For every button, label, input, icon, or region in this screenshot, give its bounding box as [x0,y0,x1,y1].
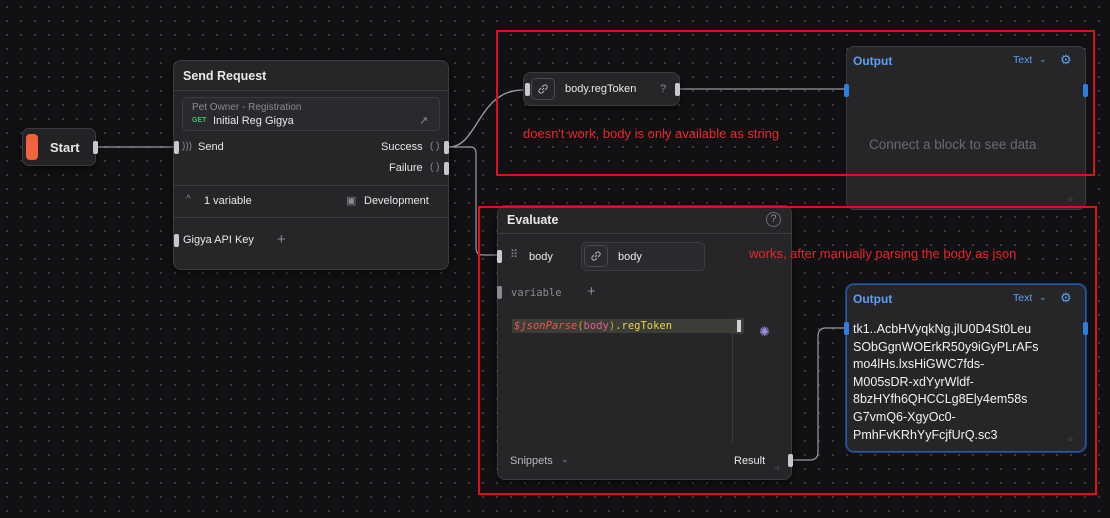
variable-name: Gigya API Key [183,234,254,246]
start-label: Start [50,140,80,155]
send-input-port[interactable] [174,141,179,154]
variable-input-port[interactable] [174,234,179,247]
environment-icon: ▣ [346,195,357,207]
send-request-node[interactable]: Send Request Pet Owner - Registration GE… [173,60,449,270]
annotation-text-bottom: works, after manually parsing the body a… [749,246,1017,261]
failure-label: Failure [389,162,423,174]
request-selector[interactable]: Pet Owner - Registration GET Initial Reg… [182,97,440,131]
add-variable-icon[interactable]: + [277,231,286,248]
send-signal-icon: ))) [182,141,192,152]
annotation-text-top: doesn't work, body is only available as … [523,126,780,141]
resize-handle-icon[interactable]: ⁘ [1067,195,1074,204]
success-toggle-icon[interactable]: ( ) [430,141,439,152]
send-label: Send [198,141,224,153]
success-label: Success [381,141,423,153]
method-badge: GET [192,117,207,124]
open-request-icon[interactable]: ↗ [419,114,428,127]
annotation-box-top [496,30,1095,176]
start-accent [26,134,38,160]
success-output-port[interactable] [444,141,449,154]
request-name: Initial Reg Gigya [213,115,294,127]
send-divider-1 [174,185,448,186]
variables-toggle[interactable]: 1 variable [204,195,252,207]
chevron-up-icon[interactable]: ^ [186,194,191,205]
failure-toggle-icon[interactable]: ( ) [430,162,439,173]
send-divider-2 [174,217,448,218]
environment-label[interactable]: Development [364,195,429,207]
send-request-header: Send Request [174,61,448,91]
failure-output-port[interactable] [444,162,449,175]
request-group: Pet Owner - Registration [192,102,302,113]
start-node[interactable]: Start [22,128,98,166]
send-request-title: Send Request [183,69,267,83]
start-output-port[interactable] [93,141,98,154]
